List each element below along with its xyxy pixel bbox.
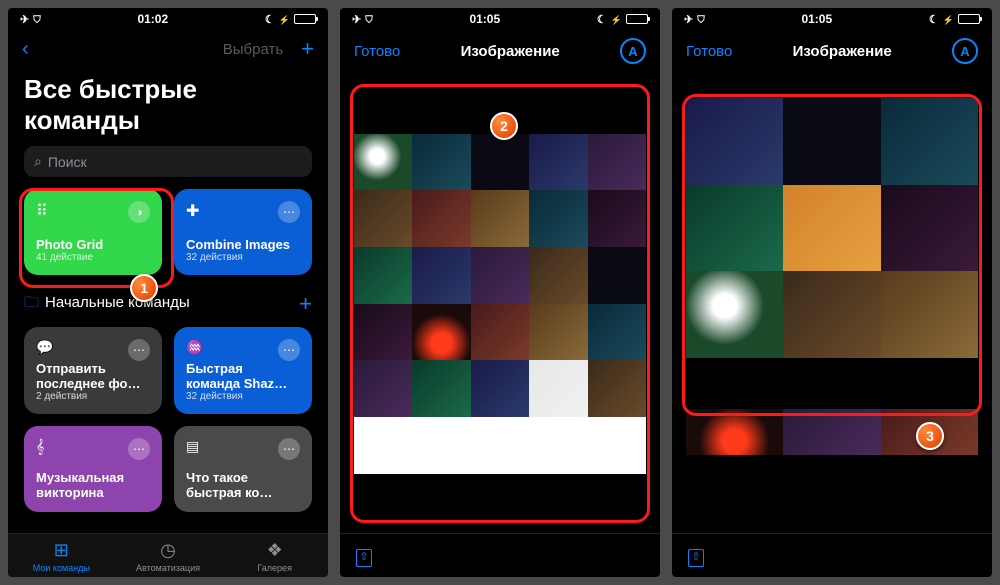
nav-bar: ‹ Выбрать + [8,28,328,70]
screen-image-grid-3x3: 01:05 Готово Изображение A 3 [672,8,992,577]
status-bar: 01:05 [672,8,992,28]
tab-icon: ⊞ [8,540,115,561]
charging-icon [279,12,290,26]
tab-label: Автоматизация [136,563,200,573]
share-button[interactable] [688,544,704,564]
shortcut-card-shazam[interactable]: ⋯ Быстрая команда Shaz… 32 действия [174,327,312,414]
photo-grid-collage [686,98,978,358]
tab-automation[interactable]: ◷ Автоматизация [115,540,222,573]
tab-my-shortcuts[interactable]: ⊞ Мои команды [8,540,115,573]
dnd-icon [265,12,275,26]
search-input[interactable]: Поиск [24,146,312,177]
status-bar: 01:02 [8,8,328,28]
tab-icon: ◷ [115,540,222,561]
wifi-icon [697,12,705,26]
viewer-title: Изображение [461,43,560,60]
card-more-icon[interactable]: ⋯ [128,438,150,460]
add-button[interactable]: + [301,36,314,62]
viewer-title: Изображение [793,43,892,60]
card-more-icon[interactable]: ⋯ [278,438,300,460]
done-button[interactable]: Готово [686,43,732,60]
viewer-header: Готово Изображение A [340,28,660,74]
shortcut-card-photo-grid[interactable]: ⠿ ◑ Photo Grid 41 действие [24,189,162,275]
screen-image-grid-5x6: 01:05 Готово Изображение A 2 [340,8,660,577]
battery-icon [294,14,316,24]
card-title: Что такое быстрая ко… [186,470,300,500]
battery-icon [626,14,648,24]
doc-icon [186,438,199,460]
card-sub: 2 действия [36,391,150,402]
photo-grid-collage [354,134,646,474]
tab-label: Мои команды [33,563,90,573]
card-more-icon[interactable]: ⋯ [278,339,300,361]
wifi-icon [365,12,373,26]
shortcut-card-what-is[interactable]: ⋯ Что такое быстрая ко… [174,426,312,512]
wave-icon [186,339,203,361]
status-time: 01:05 [469,12,500,26]
card-more-icon[interactable]: ⋯ [278,201,300,223]
tab-bar: ⊞ Мои команды ◷ Автоматизация ❖ Галерея [8,533,328,577]
status-time: 01:05 [801,12,832,26]
section-header-starter: Начальные команды + [8,287,328,327]
search-placeholder: Поиск [48,154,87,170]
card-title: Photo Grid [36,237,150,252]
step-badge-3: 3 [916,422,944,450]
shortcut-card-send-last-photo[interactable]: ⋯ Отправить последнее фо… 2 действия [24,327,162,414]
toolbar [672,533,992,577]
card-title: Отправить последнее фо… [36,361,150,391]
tab-label: Галерея [257,563,292,573]
screen-shortcuts: 01:02 ‹ Выбрать + Все быстрые команды По… [8,8,328,577]
section-label: Начальные команды [45,294,190,311]
select-button[interactable]: Выбрать [223,41,283,58]
toolbar [340,533,660,577]
charging-icon [611,12,622,26]
page-title: Все быстрые команды [8,70,328,146]
chat-icon [36,339,53,361]
search-icon [34,153,42,170]
card-more-icon[interactable]: ⋯ [128,339,150,361]
marker-button[interactable]: A [620,38,646,64]
done-button[interactable]: Готово [354,43,400,60]
share-button[interactable] [356,544,372,564]
back-button[interactable]: ‹ [22,39,29,59]
card-title: Combine Images [186,237,300,252]
card-sub: 32 действия [186,252,300,263]
image-preview-area[interactable] [686,88,978,519]
section-add-button[interactable]: + [299,291,312,317]
card-title: Быстрая команда Shaz… [186,361,300,391]
card-more-icon[interactable]: ◑ [128,201,150,223]
tab-icon: ❖ [221,540,328,561]
grid-icon: ⠿ [36,201,48,223]
airplane-icon [20,12,29,26]
shortcut-card-combine-images[interactable]: ✚ ⋯ Combine Images 32 действия [174,189,312,275]
puzzle-icon: ✚ [186,201,199,223]
image-preview-area[interactable] [354,88,646,519]
card-sub: 41 действие [36,252,150,263]
airplane-icon [352,12,361,26]
step-badge-2: 2 [490,112,518,140]
marker-button[interactable]: A [952,38,978,64]
shortcut-card-music-quiz[interactable]: ⋯ Музыкальная викторина [24,426,162,512]
step-badge-1: 1 [130,274,158,302]
viewer-header: Готово Изображение A [672,28,992,74]
status-bar: 01:05 [340,8,660,28]
folder-icon [24,294,45,311]
status-time: 01:02 [137,12,168,26]
dnd-icon [597,12,607,26]
charging-icon [943,12,954,26]
airplane-icon [684,12,693,26]
wifi-icon [33,12,41,26]
battery-icon [958,14,980,24]
tab-gallery[interactable]: ❖ Галерея [221,540,328,573]
card-title: Музыкальная викторина [36,470,150,500]
music-icon [36,438,44,460]
dnd-icon [929,12,939,26]
card-sub: 32 действия [186,391,300,402]
